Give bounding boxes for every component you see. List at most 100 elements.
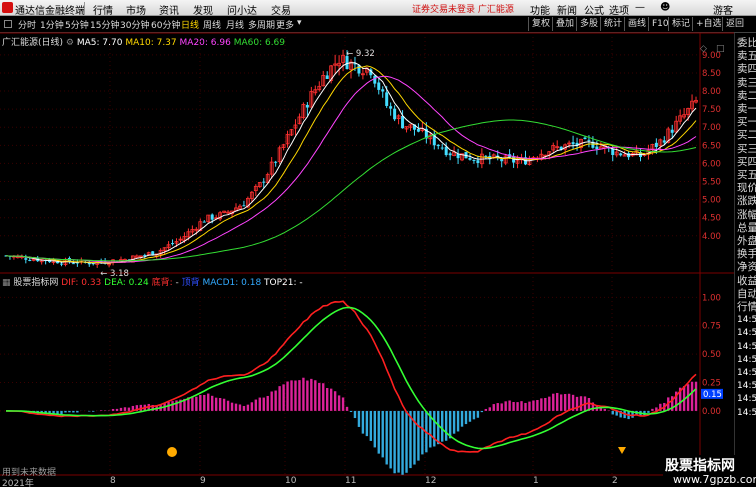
side-label: 卖二 — [737, 89, 756, 102]
macd-tick-label: 0.75 — [702, 322, 721, 332]
side-time: 14:50 — [737, 407, 756, 418]
price-tick-label: 6.50 — [702, 141, 721, 151]
date-tick-label: 9 — [200, 476, 206, 486]
candle-body — [24, 258, 28, 260]
candle-body — [381, 89, 385, 92]
price-tick-label: 4.00 — [702, 232, 721, 242]
macd-tick-label: 1.00 — [702, 293, 721, 303]
side-time: 14:50 — [737, 381, 756, 392]
chart-grid — [0, 32, 734, 476]
candle-body — [416, 128, 420, 132]
price-tick-label: 7.50 — [702, 105, 721, 115]
side-label: 换手 — [737, 248, 756, 261]
candle-body — [500, 158, 504, 162]
candle-body — [28, 259, 32, 261]
candle-body — [571, 142, 575, 145]
price-tick-label: 4.50 — [702, 214, 721, 224]
candle-body — [357, 65, 361, 74]
side-time: 14:50 — [737, 341, 756, 352]
side-label: 涨幅 — [737, 208, 756, 221]
candle-body — [436, 144, 440, 147]
date-axis: 2021年 8 9 10 11 12 1 2 — [0, 476, 700, 487]
side-label: 委比 — [737, 37, 756, 49]
date-tick-label: 8 — [110, 476, 116, 486]
side-label: 买二 — [737, 129, 756, 142]
candle-body — [210, 214, 214, 220]
date-tick-label: 10 — [285, 476, 297, 486]
candle-body — [619, 153, 623, 156]
terminal-window: 通达信金融终端 行情 市场 资讯 发现 问小达 交易 证券交易未登录 广汇能源 … — [0, 0, 756, 487]
candle-body — [60, 263, 64, 265]
candle-body — [389, 106, 393, 109]
buy-signal-icon — [167, 447, 177, 457]
candle-body — [595, 146, 599, 150]
candle-body — [393, 108, 397, 120]
price-tick-label: 6.00 — [702, 159, 721, 169]
candle-body — [583, 137, 587, 140]
candle-body — [242, 205, 246, 207]
sell-signal-icon — [618, 447, 626, 454]
candle-body — [274, 161, 278, 163]
candle-body — [202, 221, 206, 223]
side-time: 14:50 — [737, 354, 756, 365]
side-time: 14:50 — [737, 328, 756, 339]
side-label: 收益 — [737, 274, 756, 287]
candle-body — [472, 159, 476, 161]
chart-markers: ← 9.32 ← 3.18 — [100, 49, 626, 457]
macd-tick-label: 0.50 — [702, 350, 721, 360]
side-time: 14:50 — [737, 394, 756, 405]
macd-histogram — [8, 377, 698, 475]
watermark: 股票指标网 www.7gpzb.com — [663, 455, 756, 487]
candle-body — [373, 75, 377, 84]
date-tick-label: 1 — [533, 476, 539, 486]
price-tick-label: 5.50 — [702, 178, 721, 188]
side-label: 买一 — [737, 116, 756, 129]
side-label: 买三 — [737, 142, 756, 155]
side-label: 涨跌 — [737, 195, 756, 208]
candle-body — [325, 75, 329, 79]
candle-body — [468, 158, 472, 160]
candle-body — [71, 263, 75, 265]
candlestick-series — [4, 49, 698, 268]
chart-scroll-controls[interactable]: ◇ □ — [700, 44, 734, 58]
candle-body — [476, 160, 480, 164]
macd-value-text: 0.15 — [703, 390, 722, 400]
macd-tick-label: 0.00 — [702, 407, 721, 417]
scroll-up-icon[interactable]: ◇ — [700, 44, 707, 54]
price-tick-label: 8.50 — [702, 69, 721, 79]
candle-body — [670, 129, 674, 133]
macd-axis: 1.00 0.75 0.50 0.25 0.00 0.15 — [701, 293, 723, 417]
side-label: 现价 — [737, 182, 756, 195]
macd-tick-label: 0.25 — [702, 379, 721, 389]
high-price-label: ← 9.32 — [346, 49, 375, 59]
side-label: 净资 — [737, 261, 756, 274]
date-tick-label: 12 — [425, 476, 437, 486]
side-label: 卖四 — [737, 63, 756, 76]
price-tick-label: 7.00 — [702, 123, 721, 133]
candle-body — [171, 243, 175, 245]
price-tick-label: 8.00 — [702, 87, 721, 97]
date-tick-label: 11 — [345, 476, 357, 486]
side-label: 卖五 — [737, 50, 756, 63]
low-price-label: ← 3.18 — [100, 269, 129, 279]
side-label: 自动 — [737, 287, 756, 300]
candle-body — [385, 92, 389, 106]
side-label: 总量 — [737, 221, 756, 234]
kline-chart[interactable]: 9.008.508.007.507.006.506.005.505.004.50… — [0, 0, 734, 487]
watermark-url: www.7gpzb.com — [673, 473, 756, 486]
candle-body — [662, 140, 666, 143]
candle-body — [262, 181, 266, 183]
side-label: 行情 — [737, 301, 756, 313]
candle-body — [305, 104, 309, 108]
date-tick-label: 2 — [612, 476, 618, 486]
price-axis: 9.008.508.007.507.006.506.005.505.004.50… — [702, 51, 721, 242]
candle-body — [587, 139, 591, 141]
candle-body — [401, 115, 405, 129]
side-label: 卖一 — [737, 103, 756, 115]
quote-side-panel: 委比 卖五 卖四 卖三 卖二 卖一 买一 买二 买三 买四 买五 现价 涨跌 涨幅 总量 外盘 换手 净资 收益 自动… — [734, 33, 756, 487]
close-panel-icon[interactable]: □ — [716, 44, 725, 54]
side-label: 买四 — [737, 155, 756, 168]
side-label: 卖三 — [737, 76, 756, 89]
side-time: 14:50 — [737, 315, 756, 326]
price-tick-label: 5.00 — [702, 196, 721, 206]
